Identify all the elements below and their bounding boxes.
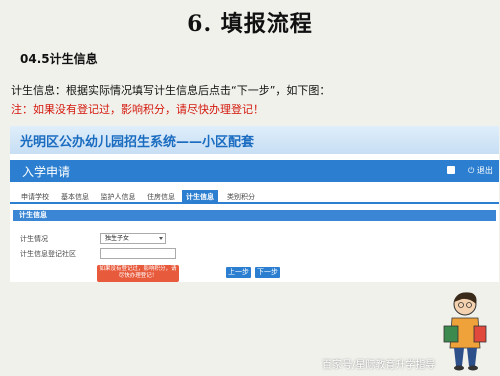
app-screenshot: 光明区公办幼儿园招生系统——小区配套 入学申请 ⏻ 退出 申请学校 基本信息 监… bbox=[10, 126, 499, 282]
prev-button[interactable]: 上一步 bbox=[226, 267, 251, 278]
error-tooltip: 如果没有登记过，影响积分，请尽快办理登记！ bbox=[97, 265, 179, 282]
registry-label: 计生信息登记社区 bbox=[20, 250, 76, 258]
student-reading-illustration bbox=[443, 292, 487, 371]
step-tabs: 申请学校 基本信息 监护人信息 住房信息 计生信息 类别积分 bbox=[10, 188, 499, 204]
warning-note: 注：如果没有登记过，影响积分，请尽快办理登记！ bbox=[11, 103, 264, 116]
slide-title: 6. 填报流程 bbox=[187, 11, 313, 37]
system-title: 光明区公办幼儿园招生系统——小区配套 bbox=[20, 135, 255, 150]
tab-housing-info[interactable]: 住房信息 bbox=[144, 190, 178, 204]
top-navbar: 入学申请 ⏻ 退出 bbox=[10, 160, 499, 182]
navbar-title: 入学申请 bbox=[22, 165, 71, 179]
exit-icon: ⏻ bbox=[468, 166, 475, 175]
tab-category-points[interactable]: 类别积分 bbox=[224, 190, 258, 204]
exit-button[interactable]: ⏻ 退出 bbox=[468, 165, 493, 176]
home-icon[interactable] bbox=[447, 166, 455, 174]
tab-basic-info[interactable]: 基本信息 bbox=[58, 190, 92, 204]
status-value: 独生子女 bbox=[105, 235, 130, 242]
section-heading: 04.5计生信息 bbox=[20, 52, 98, 66]
system-banner: 光明区公办幼儿园招生系统——小区配套 bbox=[10, 126, 499, 154]
exit-label: 退出 bbox=[476, 166, 493, 175]
watermark: 百家号/星际教育升学指导 bbox=[322, 360, 436, 371]
instruction-text: 计生信息：根据实际情况填写计生信息后点击“下一步”，如下图： bbox=[11, 84, 331, 97]
status-label: 计生情况 bbox=[20, 235, 48, 243]
tab-apply-school[interactable]: 申请学校 bbox=[18, 190, 52, 204]
status-select[interactable]: 独生子女 bbox=[100, 233, 166, 244]
next-button[interactable]: 下一步 bbox=[255, 267, 280, 278]
chevron-down-icon bbox=[159, 237, 163, 240]
panel-heading: 计生信息 bbox=[13, 210, 496, 221]
registry-input[interactable] bbox=[100, 248, 176, 259]
tab-guardian-info[interactable]: 监护人信息 bbox=[98, 190, 138, 204]
tab-family-planning[interactable]: 计生信息 bbox=[182, 190, 218, 204]
